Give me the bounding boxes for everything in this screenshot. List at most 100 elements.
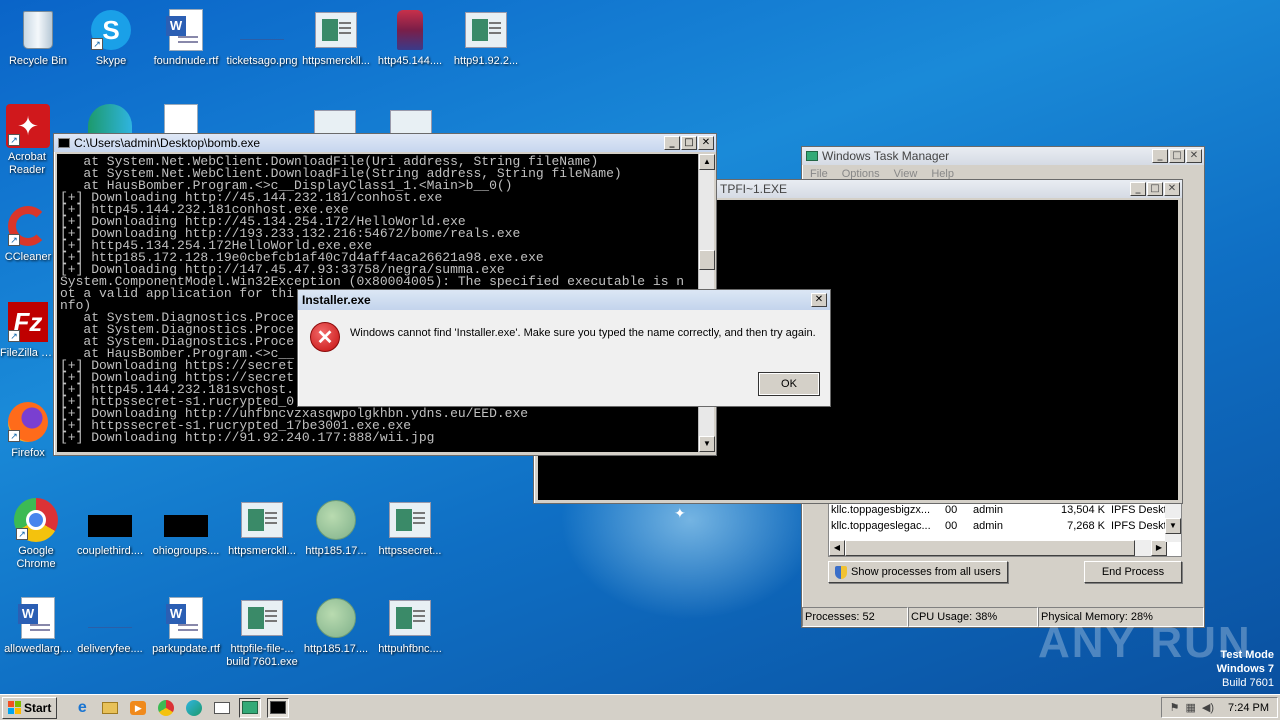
- desktop-icon-recycle-bin[interactable]: Recycle Bin: [0, 8, 76, 68]
- close-button[interactable]: ✕: [811, 293, 827, 307]
- maximize-button[interactable]: □: [681, 136, 697, 150]
- vertical-scrollbar[interactable]: ▼: [1165, 502, 1181, 542]
- scroll-right-arrow[interactable]: ▶: [1151, 540, 1167, 556]
- process-user: admin: [973, 504, 1003, 516]
- desktop-icon-httpsmerckll[interactable]: httpsmerckll...: [298, 8, 374, 68]
- desktop-icon-ohiogroups[interactable]: ohiogroups....: [148, 498, 224, 558]
- task-manager-titlebar[interactable]: Windows Task Manager _ □ ✕: [802, 147, 1204, 165]
- show-all-processes-button[interactable]: Show processes from all users: [828, 561, 1008, 583]
- error-dialog[interactable]: Installer.exe ✕ ✕ Windows cannot find 'I…: [297, 289, 831, 407]
- desktop-icon-httpsmerckll-2[interactable]: httpsmerckll...: [224, 498, 300, 558]
- explorer-icon[interactable]: [99, 698, 121, 718]
- scroll-left-arrow[interactable]: ◀: [829, 540, 845, 556]
- edge-icon: [88, 104, 132, 134]
- maximize-button[interactable]: □: [1147, 182, 1163, 196]
- desktop-icon-deliveryfee[interactable]: deliveryfee....: [72, 596, 148, 656]
- desktop-icon-label: httpsmerckll...: [228, 545, 296, 557]
- rtf-document-icon: [164, 104, 198, 134]
- scroll-down-arrow[interactable]: ▼: [1165, 518, 1181, 534]
- start-button[interactable]: Start: [2, 696, 58, 719]
- windows-logo-icon: [8, 701, 21, 714]
- horizontal-scrollbar[interactable]: ◀ ▶: [829, 540, 1167, 556]
- process-cpu: 00: [945, 520, 958, 532]
- desktop-icon-parkupdate[interactable]: parkupdate.rtf: [148, 596, 224, 656]
- desktop-icon-http45[interactable]: http45.144....: [372, 8, 448, 68]
- start-label: Start: [24, 700, 52, 715]
- desktop-icon-http185[interactable]: http185.17...: [298, 498, 374, 558]
- minimize-button[interactable]: _: [664, 136, 680, 150]
- desktop-icon-label: couplethird....: [76, 545, 144, 557]
- task-manager-taskbar-icon[interactable]: [239, 697, 262, 718]
- console-titlebar[interactable]: C:\Users\admin\Desktop\bomb.exe _ □ ✕: [54, 134, 716, 152]
- volume-icon[interactable]: ◀): [1202, 701, 1214, 714]
- ie-icon[interactable]: e: [71, 698, 93, 718]
- image-file-icon: [240, 596, 284, 640]
- desktop-icon-acrobat[interactable]: ✦ ↗ Acrobat Reader DC: [0, 104, 56, 177]
- image-file-icon: [464, 8, 508, 52]
- desktop-icon-allowedlarg[interactable]: allowedlarg....: [0, 596, 76, 656]
- table-row[interactable]: kllc.toppageslegac... 00 admin 7,268 K I…: [829, 518, 1181, 534]
- acrobat-icon: ✦ ↗: [6, 104, 50, 148]
- desktop-icon-ticketsago[interactable]: ticketsago.png: [224, 8, 300, 68]
- secondary-console-title: TPFI~1.EXE: [720, 182, 788, 196]
- process-name: kllc.toppageslegac...: [831, 520, 931, 532]
- ball-file-icon: [314, 596, 358, 640]
- desktop-icon-skype[interactable]: S ↗ Skype: [73, 8, 149, 68]
- image-file-icon: [314, 8, 358, 52]
- close-button[interactable]: ✕: [1186, 149, 1202, 163]
- process-desc: IPFS Deskto: [1111, 520, 1167, 532]
- network-icon[interactable]: ▦: [1186, 701, 1196, 714]
- scroll-down-arrow[interactable]: ▼: [699, 436, 715, 452]
- image-file-icon: [390, 110, 432, 134]
- desktop-icon-label: deliveryfee....: [77, 643, 143, 655]
- status-cpu: CPU Usage: 38%: [908, 607, 1038, 627]
- media-player-icon[interactable]: ▶: [127, 698, 149, 718]
- desktop-icon-httpuhfbnc[interactable]: httpuhfbnc....: [372, 596, 448, 656]
- desktop-icon-label: http185.17...: [305, 545, 367, 557]
- flag-icon[interactable]: ⚑: [1170, 701, 1180, 714]
- desktop-icon-http185-2[interactable]: http185.17....: [298, 596, 374, 656]
- desktop-icon-label: Google Chrome: [16, 545, 56, 570]
- desktop-icon-foundnude[interactable]: foundnude.rtf: [148, 8, 224, 68]
- desktop-icon-label: Acrobat Reader DC: [8, 151, 46, 176]
- close-button[interactable]: ✕: [698, 136, 714, 150]
- console-taskbar-icon[interactable]: [267, 697, 290, 718]
- taskbar: Start e ▶ ⚑ ▦ ◀) 7:24 PM: [0, 694, 1280, 720]
- end-process-button[interactable]: End Process: [1084, 561, 1182, 583]
- task-manager-title: Windows Task Manager: [822, 149, 950, 163]
- close-button[interactable]: ✕: [1164, 182, 1180, 196]
- desktop-icon-ccleaner[interactable]: ↗ CCleaner: [0, 204, 56, 264]
- desktop-icon-label: foundnude.rtf: [153, 55, 219, 67]
- process-list[interactable]: kllc.toppagesbigzx... 00 admin 13,504 K …: [828, 501, 1182, 557]
- minimize-button[interactable]: _: [1130, 182, 1146, 196]
- process-mem: 13,504 K: [1060, 504, 1105, 516]
- desktop-icon-httpssecret[interactable]: httpssecret...: [372, 498, 448, 558]
- maximize-button[interactable]: □: [1169, 149, 1185, 163]
- desktop-icon-couplethird[interactable]: couplethird....: [72, 498, 148, 558]
- desktop-icon-label: CCleaner: [4, 251, 52, 263]
- rtf-document-icon: [16, 596, 60, 640]
- scroll-up-arrow[interactable]: ▲: [699, 154, 715, 170]
- black-file-icon: [88, 498, 132, 542]
- ok-button[interactable]: OK: [758, 372, 820, 396]
- scroll-thumb[interactable]: [699, 250, 715, 270]
- desktop-icon-http91[interactable]: http91.92.2...: [448, 8, 524, 68]
- chrome-taskbar-icon[interactable]: [155, 698, 177, 718]
- desktop-icon-firefox[interactable]: ↗ Firefox: [0, 400, 56, 460]
- table-row[interactable]: kllc.toppagesbigzx... 00 admin 13,504 K …: [829, 502, 1181, 518]
- firefox-icon: ↗: [6, 400, 50, 444]
- desktop-icon-label: ticketsago.png: [226, 55, 298, 67]
- dialog-titlebar[interactable]: Installer.exe ✕: [298, 290, 830, 310]
- edge-taskbar-icon[interactable]: [183, 698, 205, 718]
- scroll-thumb[interactable]: [845, 540, 1135, 556]
- chrome-icon: ↗: [14, 498, 58, 542]
- desktop-icon-label: FileZilla Cl...: [0, 347, 56, 359]
- clock[interactable]: 7:24 PM: [1228, 702, 1269, 714]
- console-app-icon: [58, 138, 70, 148]
- desktop-icon-chrome[interactable]: ↗ Google Chrome: [0, 498, 72, 571]
- minimize-button[interactable]: _: [1152, 149, 1168, 163]
- window-taskbar-icon[interactable]: [211, 698, 233, 718]
- desktop-icon-filezilla[interactable]: Fz ↗ FileZilla Cl...: [0, 300, 56, 360]
- status-processes: Processes: 52: [802, 607, 908, 627]
- desktop-icon-httpfile[interactable]: httpfile-file-... build 7601.exe: [224, 596, 300, 669]
